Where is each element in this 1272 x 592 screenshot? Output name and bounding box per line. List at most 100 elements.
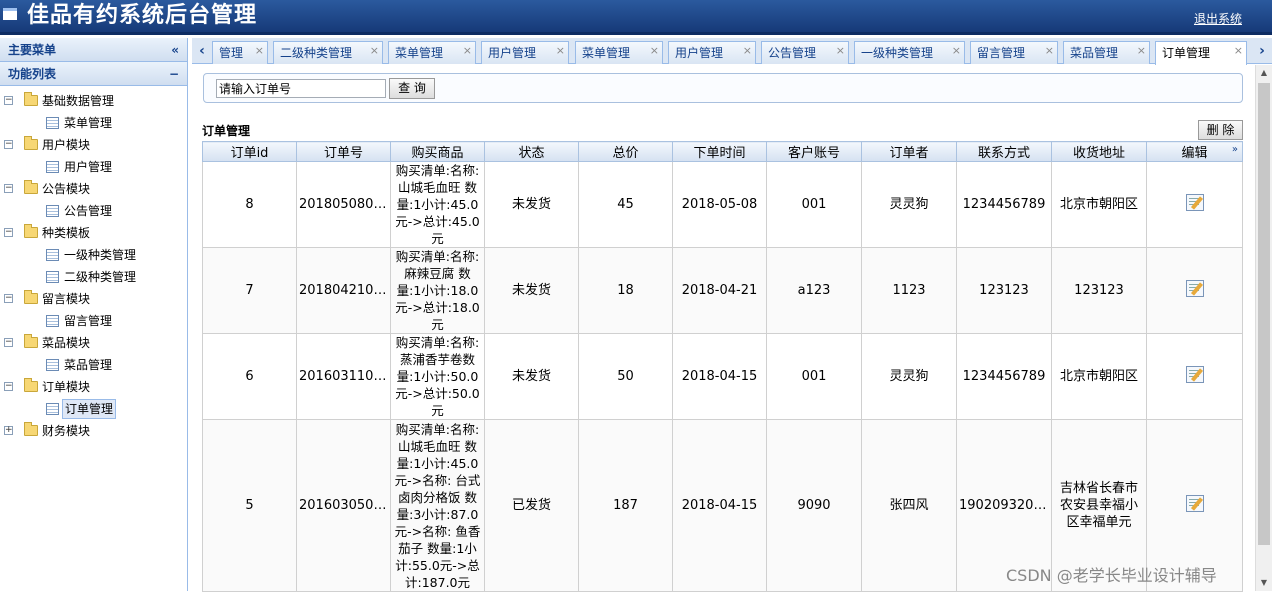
expand-toggle-icon[interactable]: −: [4, 228, 13, 237]
scroll-up-icon[interactable]: ▲: [1256, 65, 1272, 81]
column-header[interactable]: 订单号: [296, 141, 391, 162]
tab-6[interactable]: 公告管理 ×: [761, 41, 849, 64]
tree-group-5[interactable]: − 菜品模块: [0, 332, 187, 354]
column-header[interactable]: 下单时间: [672, 141, 767, 162]
expand-toggle-icon[interactable]: −: [4, 184, 13, 193]
close-tab-icon[interactable]: ×: [463, 40, 472, 62]
table-row[interactable]: 6 2016031104... 购买清单:名称: 蒸浦香芋卷数量:1小计:50.0元…: [202, 333, 1243, 420]
close-tab-icon[interactable]: ×: [952, 40, 961, 62]
close-tab-icon[interactable]: ×: [1234, 40, 1243, 62]
tab-label: 菜单管理: [395, 46, 444, 60]
expand-toggle-icon[interactable]: −: [4, 140, 13, 149]
tree-group-6[interactable]: − 订单模块: [0, 376, 187, 398]
window-icon: [3, 8, 17, 20]
tab-1[interactable]: 二级种类管理 ×: [273, 41, 383, 64]
delete-button[interactable]: 删 除: [1198, 120, 1243, 140]
column-header[interactable]: 购买商品: [390, 141, 485, 162]
order-number-input[interactable]: [216, 79, 386, 98]
collapse-sidebar-icon[interactable]: «: [171, 38, 179, 62]
tab-2[interactable]: 菜单管理 ×: [388, 41, 476, 64]
cell-no: 2018050801...: [296, 161, 391, 248]
tree-item-3-0[interactable]: 一级种类管理: [0, 244, 187, 266]
tab-10[interactable]: 订单管理 ×: [1155, 41, 1247, 65]
expand-columns-icon[interactable]: »: [1232, 144, 1238, 155]
vertical-scrollbar[interactable]: ▲ ▼: [1255, 65, 1272, 591]
edit-icon[interactable]: [1185, 494, 1204, 512]
cell-time: 2018-04-15: [672, 419, 767, 592]
cell-goods: 购买清单:名称: 麻辣豆腐 数量:1小计:18.0元->总计:18.0元: [390, 247, 485, 334]
close-tab-icon[interactable]: ×: [836, 40, 845, 62]
expand-toggle-icon[interactable]: +: [4, 426, 13, 435]
cell-buyer: 张四风: [861, 419, 957, 592]
tree-group-4[interactable]: − 留言模块: [0, 288, 187, 310]
tab-9[interactable]: 菜品管理 ×: [1063, 41, 1150, 64]
expand-toggle-icon[interactable]: −: [4, 338, 13, 347]
cell-status: 未发货: [484, 247, 579, 334]
tab-0[interactable]: 管理 ×: [212, 41, 268, 64]
close-tab-icon[interactable]: ×: [1045, 40, 1054, 62]
tree-item-label: 一级种类管理: [64, 248, 137, 262]
tab-5[interactable]: 用户管理 ×: [668, 41, 756, 64]
tab-label: 菜品管理: [1070, 46, 1119, 60]
column-header[interactable]: 联系方式: [956, 141, 1052, 162]
function-tree: − 基础数据管理 菜单管理 − 用户模块 用户管理 − 公告模块 公告管理 − 种类模板一级种类管理…: [0, 86, 187, 442]
tree-group-3[interactable]: − 种类模板: [0, 222, 187, 244]
expand-toggle-icon[interactable]: −: [4, 382, 13, 391]
tab-scroll-right-icon[interactable]: ›: [1254, 41, 1270, 63]
cell-buyer: 1123: [861, 247, 957, 334]
page-icon: [46, 205, 59, 217]
tree-item-6-0[interactable]: 订单管理: [0, 398, 187, 420]
tab-3[interactable]: 用户管理 ×: [481, 41, 569, 64]
tree-item-4-0[interactable]: 留言管理: [0, 310, 187, 332]
logout-link[interactable]: 退出系统: [1194, 10, 1242, 27]
cell-edit: [1146, 333, 1243, 420]
edit-icon[interactable]: [1185, 279, 1204, 297]
close-tab-icon[interactable]: ×: [255, 40, 264, 62]
cell-addr: 123123: [1051, 247, 1147, 334]
app-title: 佳品有约系统后台管理: [27, 3, 258, 28]
close-tab-icon[interactable]: ×: [1137, 40, 1146, 62]
close-tab-icon[interactable]: ×: [370, 40, 379, 62]
tree-item-3-1[interactable]: 二级种类管理: [0, 266, 187, 288]
func-list-header: 功能列表 −: [0, 62, 187, 86]
table-row[interactable]: 8 2018050801... 购买清单:名称: 山城毛血旺 数量:1小计:45.0…: [202, 161, 1243, 248]
expand-toggle-icon[interactable]: −: [4, 96, 13, 105]
tab-7[interactable]: 一级种类管理 ×: [854, 41, 965, 64]
search-button[interactable]: 查 询: [389, 78, 435, 99]
column-header[interactable]: 编辑»: [1146, 141, 1243, 162]
tab-label: 二级种类管理: [280, 46, 353, 60]
column-header[interactable]: 客户账号: [766, 141, 862, 162]
tree-item-0-0[interactable]: 菜单管理: [0, 112, 187, 134]
cell-buyer: 灵灵狗: [861, 161, 957, 248]
tree-group-1[interactable]: − 用户模块: [0, 134, 187, 156]
tree-item-2-0[interactable]: 公告管理: [0, 200, 187, 222]
tree-group-0[interactable]: − 基础数据管理: [0, 90, 187, 112]
column-header[interactable]: 订单id: [202, 141, 297, 162]
tree-item-1-0[interactable]: 用户管理: [0, 156, 187, 178]
column-header[interactable]: 总价: [578, 141, 673, 162]
tab-scroll-left-icon[interactable]: ‹: [194, 41, 210, 63]
collapse-panel-icon[interactable]: −: [169, 62, 179, 86]
scroll-down-icon[interactable]: ▼: [1256, 575, 1272, 591]
expand-toggle-icon[interactable]: −: [4, 294, 13, 303]
scroll-thumb[interactable]: [1258, 83, 1270, 545]
tree-group-7[interactable]: + 财务模块: [0, 420, 187, 442]
folder-icon: [24, 224, 38, 238]
edit-icon[interactable]: [1185, 193, 1204, 211]
column-header[interactable]: 收货地址: [1051, 141, 1147, 162]
cell-edit: [1146, 247, 1243, 334]
close-tab-icon[interactable]: ×: [556, 40, 565, 62]
tree-item-5-0[interactable]: 菜品管理: [0, 354, 187, 376]
tab-4[interactable]: 菜单管理 ×: [575, 41, 663, 64]
column-header[interactable]: 状态: [484, 141, 579, 162]
edit-icon[interactable]: [1185, 365, 1204, 383]
close-tab-icon[interactable]: ×: [743, 40, 752, 62]
page-icon: [46, 315, 59, 327]
table-row[interactable]: 7 2018042108... 购买清单:名称: 麻辣豆腐 数量:1小计:18.0元…: [202, 247, 1243, 334]
page-icon: [46, 161, 59, 173]
tab-label: 公告管理: [768, 46, 817, 60]
close-tab-icon[interactable]: ×: [650, 40, 659, 62]
tab-8[interactable]: 留言管理 ×: [970, 41, 1058, 64]
tree-group-2[interactable]: − 公告模块: [0, 178, 187, 200]
column-header[interactable]: 订单者: [861, 141, 957, 162]
